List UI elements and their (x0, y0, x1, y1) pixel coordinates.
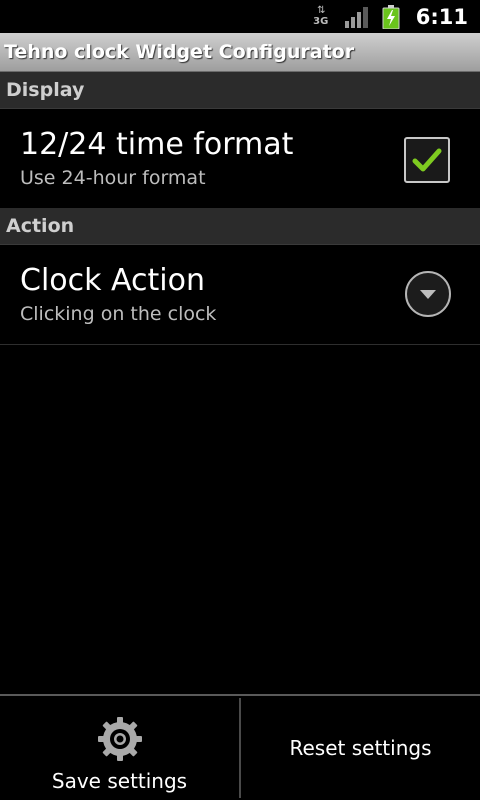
dropdown-icon[interactable] (405, 271, 451, 317)
pref-clock-action[interactable]: Clock Action Clicking on the clock (0, 246, 480, 345)
reset-settings-label: Reset settings (289, 736, 432, 760)
app-title: Tehno clock Widget Configurator (4, 41, 355, 63)
section-header-display: Display (0, 72, 480, 109)
save-settings-label: Save settings (51, 769, 188, 793)
chevron-down-icon (420, 290, 436, 299)
time-format-checkbox[interactable] (404, 137, 450, 183)
bottom-action-bar: Save settings Reset settings (0, 694, 480, 800)
pref-time-format[interactable]: 12/24 time format Use 24-hour format (0, 110, 480, 209)
network-type-label: 3G (313, 16, 329, 27)
title-bar: Tehno clock Widget Configurator (0, 33, 480, 72)
status-bar: ⇅ 3G 6:11 (0, 0, 480, 33)
section-header-label: Action (6, 215, 75, 237)
battery-charging-icon (382, 4, 400, 29)
check-icon (412, 148, 442, 172)
signal-icon (344, 6, 368, 28)
section-header-label: Display (6, 79, 85, 101)
section-header-action: Action (0, 208, 480, 245)
save-settings-button[interactable]: Save settings (0, 696, 239, 800)
data-activity-icon: ⇅ 3G (313, 5, 329, 28)
reset-settings-button[interactable]: Reset settings (241, 696, 480, 800)
status-time: 6:11 (415, 4, 468, 29)
gear-icon (97, 717, 142, 761)
